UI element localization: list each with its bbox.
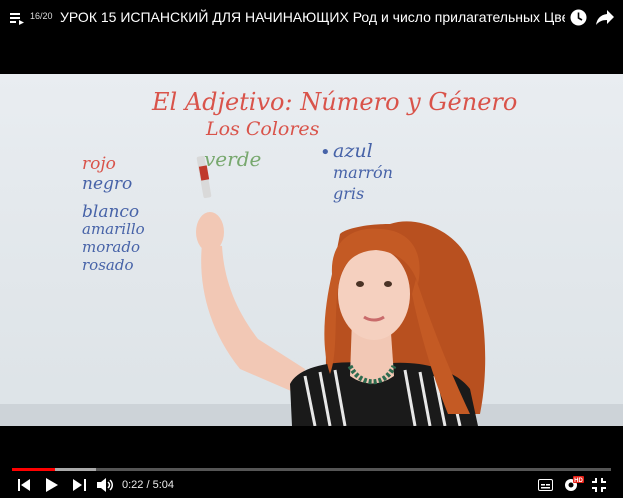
whiteboard-word: negro xyxy=(82,174,133,194)
time-display: 0:22 / 5:04 xyxy=(122,479,174,491)
settings-icon[interactable]: HD xyxy=(563,476,584,493)
play-icon[interactable] xyxy=(46,478,58,492)
whiteboard-word: morado xyxy=(82,238,141,256)
exit-fullscreen-icon[interactable] xyxy=(592,478,606,492)
watch-later-icon[interactable] xyxy=(570,9,587,26)
progress-played xyxy=(12,468,55,471)
playlist-position: 16/20 xyxy=(30,11,53,21)
presenter-figure xyxy=(196,155,486,426)
volume-icon[interactable] xyxy=(97,478,114,492)
whiteboard-word: amarillo xyxy=(82,220,145,238)
next-icon[interactable] xyxy=(73,479,86,491)
hd-badge: HD xyxy=(574,478,583,484)
playlist-icon[interactable] xyxy=(10,11,24,25)
video-title[interactable]: УРОК 15 ИСПАНСКИЙ ДЛЯ НАЧИНАЮЩИХ Род и ч… xyxy=(60,9,565,25)
video-frame[interactable]: El Adjetivo: Número y Género Los Colores… xyxy=(0,74,623,426)
progress-bar[interactable] xyxy=(12,468,611,471)
whiteboard-word: blanco xyxy=(82,202,140,222)
previous-icon[interactable] xyxy=(18,479,31,491)
whiteboard-heading: El Adjetivo: Número y Género xyxy=(152,88,518,116)
whiteboard-word: rosado xyxy=(82,256,134,274)
whiteboard-word: rojo xyxy=(82,154,116,174)
video-top-bar: 16/20 УРОК 15 ИСПАНСКИЙ ДЛЯ НАЧИНАЮЩИХ Р… xyxy=(0,0,623,36)
share-icon[interactable] xyxy=(596,9,614,26)
subtitles-icon[interactable] xyxy=(538,479,553,491)
